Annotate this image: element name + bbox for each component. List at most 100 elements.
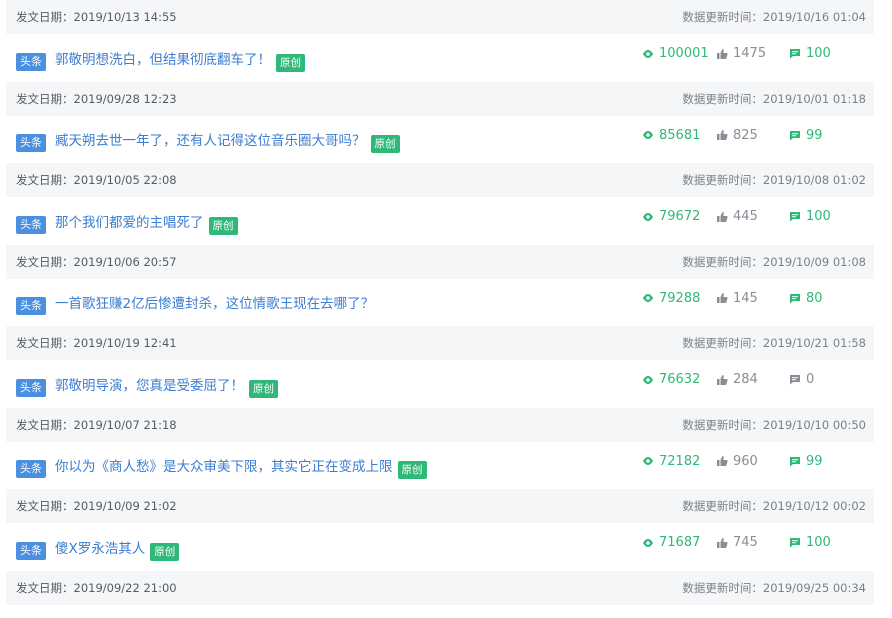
comment-icon bbox=[789, 293, 801, 304]
article-stats-list: 发文日期：2019/10/13 14:55 数据更新时间：2019/10/16 … bbox=[6, 0, 874, 605]
updated-time: 数据更新时间：2019/10/09 01:08 bbox=[682, 254, 866, 270]
eye-icon bbox=[642, 538, 654, 548]
publish-date: 发文日期：2019/10/05 22:08 bbox=[16, 172, 177, 188]
likes-count: 1475 bbox=[733, 46, 767, 61]
likes-count: 960 bbox=[733, 453, 758, 469]
likes-stat: 145 bbox=[716, 291, 758, 306]
publish-date: 发文日期：2019/10/09 21:02 bbox=[16, 498, 177, 514]
article-row: 头条 一首歌狂赚2亿后惨遭封杀，这位情歌王现在去哪了？ 79288 145 80 bbox=[6, 278, 874, 327]
original-badge: 原创 bbox=[397, 461, 427, 480]
updated-time-value: 2019/10/10 00:50 bbox=[762, 417, 866, 432]
publish-date-value: 2019/10/09 21:02 bbox=[73, 499, 177, 513]
publish-date-label: 发文日期： bbox=[16, 91, 74, 106]
likes-count: 745 bbox=[733, 535, 758, 550]
article-row: 头条 郭敬明导演，您真是受委屈了！ 原创 76632 284 0 bbox=[6, 360, 874, 408]
original-badge: 原创 bbox=[370, 135, 400, 154]
updated-time-value: 2019/09/25 00:34 bbox=[762, 580, 866, 595]
views-stat: 76632 bbox=[642, 372, 700, 387]
likes-stat: 745 bbox=[716, 535, 758, 550]
views-stat: 71687 bbox=[642, 535, 700, 550]
article-row: 头条 臧天朔去世一年了，还有人记得这位音乐圈大哥吗？ 原创 85681 825 … bbox=[6, 115, 874, 163]
eye-icon bbox=[642, 293, 654, 303]
comment-icon bbox=[789, 374, 801, 385]
publish-date: 发文日期：2019/10/06 20:57 bbox=[16, 254, 177, 270]
comment-icon bbox=[789, 456, 801, 467]
comments-stat: 0 bbox=[789, 372, 814, 387]
updated-time-value: 2019/10/08 01:02 bbox=[762, 173, 866, 187]
publish-date: 发文日期：2019/09/28 12:23 bbox=[16, 91, 177, 107]
original-badge: 原创 bbox=[150, 542, 180, 561]
views-stat: 100001 bbox=[642, 46, 709, 61]
views-stat: 79288 bbox=[642, 291, 700, 306]
comments-stat: 99 bbox=[789, 454, 823, 469]
comment-icon bbox=[789, 48, 801, 59]
publish-date-label: 发文日期： bbox=[16, 499, 74, 513]
views-count: 71687 bbox=[659, 535, 701, 550]
comments-count: 80 bbox=[806, 290, 823, 306]
eye-icon bbox=[642, 456, 654, 466]
updated-time-value: 2019/10/12 00:02 bbox=[762, 499, 866, 513]
eye-icon bbox=[642, 49, 654, 59]
updated-time: 数据更新时间：2019/10/10 00:50 bbox=[682, 417, 866, 433]
likes-stat: 284 bbox=[716, 372, 758, 387]
publish-date: 发文日期：2019/10/19 12:41 bbox=[16, 335, 177, 351]
article-stats: 72182 960 99 bbox=[642, 442, 872, 490]
updated-time-label: 数据更新时间： bbox=[682, 254, 763, 269]
comments-count: 99 bbox=[806, 453, 823, 469]
views-stat: 85681 bbox=[642, 128, 700, 143]
article-row: 头条 你以为《商人愁》是大众审美下限，其实它正在变成上限 原创 72182 96… bbox=[6, 441, 874, 490]
article-row: 头条 傻X罗永浩其人 原创 71687 745 100 bbox=[6, 523, 874, 571]
updated-time: 数据更新时间：2019/10/12 00:02 bbox=[682, 498, 866, 514]
publish-date-value: 2019/10/07 21:18 bbox=[73, 417, 177, 432]
updated-time-value: 2019/10/09 01:08 bbox=[762, 254, 866, 269]
article-title-link[interactable]: 你以为《商人愁》是大众审美下限，其实它正在变成上限 bbox=[55, 455, 393, 475]
article-title-link[interactable]: 一首歌狂赚2亿后惨遭封杀，这位情歌王现在去哪了？ bbox=[55, 292, 374, 312]
article-stats: 79672 445 100 bbox=[642, 197, 872, 245]
publish-date-value: 2019/09/22 21:00 bbox=[73, 580, 177, 595]
toutiao-tag: 头条 bbox=[16, 215, 46, 234]
article-title-link[interactable]: 傻X罗永浩其人 bbox=[55, 537, 145, 557]
likes-count: 145 bbox=[733, 290, 758, 306]
thumbs-up-icon bbox=[716, 537, 728, 549]
article-stats: 76632 284 0 bbox=[642, 360, 872, 408]
comment-icon bbox=[789, 211, 801, 222]
meta-row: 发文日期：2019/10/13 14:55 数据更新时间：2019/10/16 … bbox=[6, 0, 874, 34]
toutiao-tag: 头条 bbox=[16, 297, 46, 316]
publish-date-label: 发文日期： bbox=[16, 173, 74, 187]
meta-row: 发文日期：2019/10/06 20:57 数据更新时间：2019/10/09 … bbox=[6, 244, 874, 279]
thumbs-up-icon bbox=[716, 374, 728, 386]
publish-date-label: 发文日期： bbox=[16, 336, 74, 350]
toutiao-tag: 头条 bbox=[16, 134, 46, 153]
likes-stat: 825 bbox=[716, 128, 758, 143]
views-count: 76632 bbox=[659, 372, 701, 387]
views-stat: 72182 bbox=[642, 454, 700, 469]
updated-time-label: 数据更新时间： bbox=[682, 499, 763, 513]
article-title-link[interactable]: 臧天朔去世一年了，还有人记得这位音乐圈大哥吗？ bbox=[55, 129, 366, 149]
article-title-link[interactable]: 郭敬明想洗白，但结果彻底翻车了！ bbox=[55, 48, 271, 68]
article-title-link[interactable]: 那个我们都爱的主唱死了 bbox=[55, 211, 204, 231]
updated-time-value: 2019/10/21 01:58 bbox=[762, 336, 866, 350]
comments-stat: 100 bbox=[789, 46, 831, 61]
article-stats: 79288 145 80 bbox=[642, 279, 872, 327]
meta-row: 发文日期：2019/10/09 21:02 数据更新时间：2019/10/12 … bbox=[6, 489, 874, 523]
likes-stat: 960 bbox=[716, 454, 758, 469]
comments-count: 100 bbox=[806, 209, 831, 224]
views-stat: 79672 bbox=[642, 209, 700, 224]
publish-date-value: 2019/10/19 12:41 bbox=[73, 336, 177, 350]
eye-icon bbox=[642, 375, 654, 385]
updated-time: 数据更新时间：2019/10/16 01:04 bbox=[682, 9, 866, 25]
publish-date-label: 发文日期： bbox=[16, 254, 74, 269]
publish-date-label: 发文日期： bbox=[16, 417, 74, 432]
original-badge: 原创 bbox=[208, 216, 238, 235]
article-title-link[interactable]: 郭敬明导演，您真是受委屈了！ bbox=[55, 374, 244, 394]
updated-time-label: 数据更新时间： bbox=[682, 580, 763, 595]
publish-date: 发文日期：2019/10/13 14:55 bbox=[16, 9, 177, 25]
views-count: 72182 bbox=[659, 453, 701, 469]
thumbs-up-icon bbox=[716, 211, 728, 223]
thumbs-up-icon bbox=[716, 129, 728, 141]
likes-stat: 445 bbox=[716, 209, 758, 224]
likes-count: 445 bbox=[733, 209, 758, 224]
views-count: 79672 bbox=[659, 209, 701, 224]
views-count: 85681 bbox=[659, 127, 701, 143]
publish-date: 发文日期：2019/10/07 21:18 bbox=[16, 417, 177, 433]
